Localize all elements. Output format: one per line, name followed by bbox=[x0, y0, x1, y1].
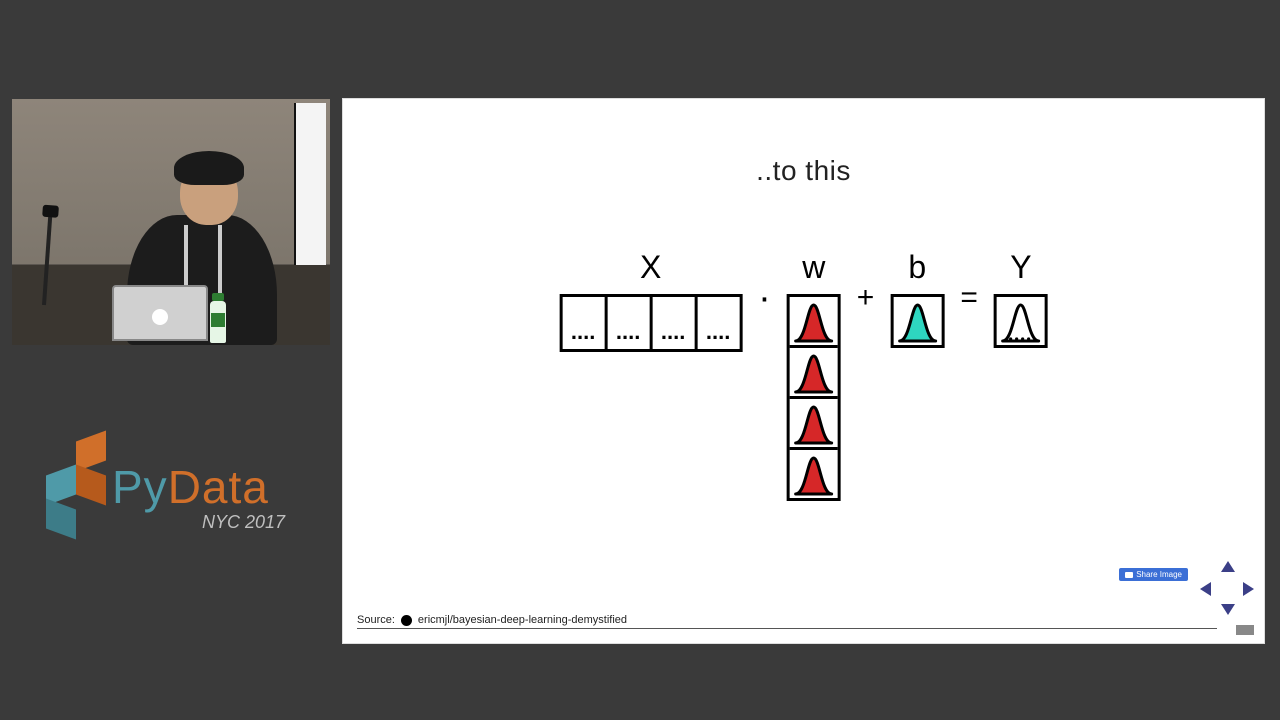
term-x: X .... .... .... .... bbox=[559, 249, 742, 352]
nav-up-arrow[interactable] bbox=[1221, 561, 1235, 572]
label-y: Y bbox=[1010, 249, 1031, 286]
term-b: b bbox=[890, 249, 944, 348]
b-box bbox=[890, 294, 944, 348]
x-cell: .... bbox=[649, 297, 694, 349]
conference-wordmark: PyData bbox=[112, 460, 269, 514]
x-row-vector: .... .... .... .... bbox=[559, 294, 742, 352]
slide-nav-cluster bbox=[1200, 561, 1254, 615]
w-cell bbox=[790, 447, 838, 498]
operator-plus: + bbox=[857, 249, 875, 347]
label-x: X bbox=[640, 249, 661, 286]
brand-py: Py bbox=[112, 461, 168, 513]
speaker-camera-pane bbox=[12, 99, 330, 345]
slide-pane: ..to this X .... .... .... .... · w bbox=[343, 99, 1264, 643]
x-cell: .... bbox=[562, 297, 604, 349]
nav-right-arrow[interactable] bbox=[1243, 582, 1254, 596]
w-cell bbox=[790, 345, 838, 396]
source-prefix: Source: bbox=[357, 614, 395, 626]
x-cell: .... bbox=[604, 297, 649, 349]
laptop-icon bbox=[112, 285, 208, 341]
water-bottle-icon bbox=[210, 301, 226, 343]
term-w: w bbox=[787, 249, 841, 501]
w-cell bbox=[790, 396, 838, 447]
page-indicator bbox=[1236, 625, 1254, 635]
slide-title: ..to this bbox=[343, 155, 1264, 187]
video-frame: PyData NYC 2017 ..to this X .... .... ..… bbox=[0, 0, 1280, 720]
term-y: Y bbox=[994, 249, 1048, 348]
camera-icon bbox=[1125, 572, 1133, 578]
x-cell: .... bbox=[694, 297, 739, 349]
share-image-label: Share Image bbox=[1136, 570, 1182, 579]
w-cell bbox=[790, 297, 838, 345]
source-citation: Source: ericmjl/bayesian-deep-learning-d… bbox=[357, 614, 1217, 629]
operator-equals: = bbox=[960, 249, 978, 347]
brand-data: Data bbox=[168, 461, 269, 513]
equation: X .... .... .... .... · w bbox=[559, 249, 1048, 501]
y-box bbox=[994, 294, 1048, 348]
conference-edition: NYC 2017 bbox=[202, 512, 285, 533]
operator-dot: · bbox=[758, 249, 771, 347]
nav-left-arrow[interactable] bbox=[1200, 582, 1211, 596]
source-repo: ericmjl/bayesian-deep-learning-demystifi… bbox=[418, 614, 627, 626]
w-column-vector bbox=[787, 294, 841, 501]
share-image-button[interactable]: Share Image bbox=[1119, 568, 1188, 581]
label-w: w bbox=[802, 249, 825, 286]
github-icon bbox=[401, 615, 412, 626]
conference-logo: PyData NYC 2017 bbox=[30, 430, 320, 560]
nav-down-arrow[interactable] bbox=[1221, 604, 1235, 615]
label-b: b bbox=[908, 249, 926, 286]
